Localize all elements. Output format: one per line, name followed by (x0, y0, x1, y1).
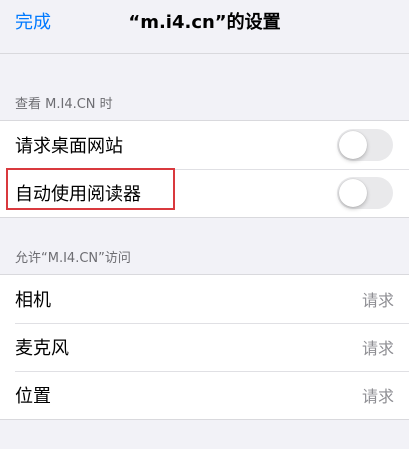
section-header-view: 查看 M.I4.CN 时 (15, 97, 113, 112)
camera-row[interactable]: 相机 请求 (0, 275, 409, 323)
location-label: 位置 (15, 386, 51, 407)
request-desktop-site-row: 请求桌面网站 (0, 121, 409, 169)
section-header-access: 允许“M.I4.CN”访问 (15, 251, 131, 266)
location-row[interactable]: 位置 请求 (0, 371, 409, 419)
access-settings-group: 相机 请求 麦克风 请求 位置 请求 (0, 274, 409, 420)
toggle-knob (339, 179, 367, 207)
microphone-label: 麦克风 (15, 338, 69, 359)
request-desktop-site-toggle[interactable] (337, 129, 393, 161)
toggle-knob (339, 131, 367, 159)
view-settings-group: 请求桌面网站 自动使用阅读器 (0, 120, 409, 218)
microphone-row[interactable]: 麦克风 请求 (0, 323, 409, 371)
microphone-value: 请求 (361, 339, 394, 358)
camera-label: 相机 (15, 290, 51, 311)
navigation-bar: 完成 “m.i4.cn”的设置 (0, 0, 409, 53)
page-title: “m.i4.cn”的设置 (128, 12, 281, 33)
auto-reader-row: 自动使用阅读器 (0, 169, 409, 217)
nav-divider (0, 53, 409, 54)
settings-page: 完成 “m.i4.cn”的设置 查看 M.I4.CN 时 请求桌面网站 自动使用… (0, 0, 409, 449)
camera-value: 请求 (361, 291, 394, 310)
location-value: 请求 (361, 387, 394, 406)
request-desktop-site-label: 请求桌面网站 (15, 136, 123, 157)
auto-reader-toggle[interactable] (337, 177, 393, 209)
auto-reader-label: 自动使用阅读器 (15, 184, 141, 205)
